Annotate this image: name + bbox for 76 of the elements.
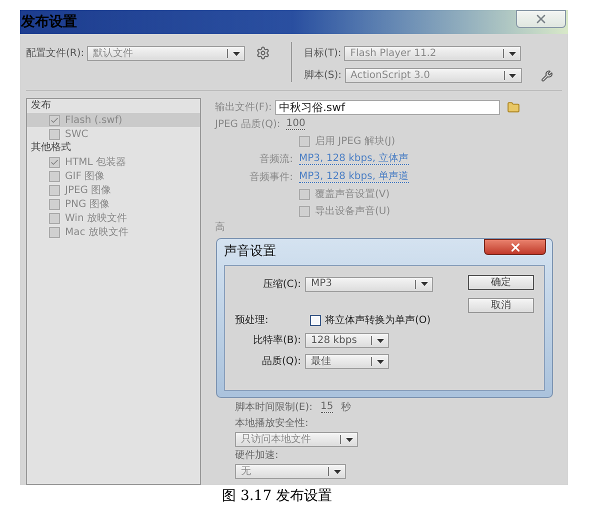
script-time-limit-label: 脚本时间限制(E): <box>235 400 312 415</box>
dropdown[interactable]: Flash Player 11.2 <box>344 46 522 61</box>
caret-icon <box>509 74 516 78</box>
wrench-icon[interactable] <box>540 70 553 82</box>
format-item[interactable]: HTML 包装器 <box>27 155 200 169</box>
compression-label: 压缩(C): <box>262 278 301 292</box>
hardware-acceleration-label: 硬件加速: <box>235 448 280 463</box>
dropdown[interactable]: 只访问本地文件 <box>235 432 358 447</box>
output-file-field[interactable]: 中秋习俗.swf <box>274 100 500 114</box>
format-item[interactable]: SWC <box>27 127 200 141</box>
check-icon <box>50 116 59 124</box>
dropdown[interactable]: 默认文件 <box>87 46 246 61</box>
dialog-button[interactable]: 取消 <box>468 298 534 313</box>
checkbox[interactable] <box>49 212 60 224</box>
format-item[interactable]: Flash (.swf) <box>27 113 200 127</box>
dropdown[interactable]: ActionScript 3.0 <box>344 68 522 83</box>
caret-icon <box>376 338 384 342</box>
folder-icon[interactable] <box>506 100 520 114</box>
close-button[interactable] <box>484 239 546 255</box>
caret-icon <box>376 360 384 364</box>
jpeg-quality-value[interactable]: 100 <box>286 119 306 130</box>
sound-option-label: 导出设备声音(U) <box>315 204 390 219</box>
format-group-heading: 发布 <box>30 99 52 113</box>
audio-label: 音频流: <box>258 152 293 166</box>
checkbox[interactable] <box>49 226 60 238</box>
format-item[interactable]: JPEG 图像 <box>27 183 200 197</box>
dropdown[interactable]: 128 kbps <box>305 333 389 348</box>
quality-label: 品质(Q): <box>260 354 301 369</box>
sound-option-label: 覆盖声音设置(V) <box>315 188 390 202</box>
jpeg-deblocking-label: 启用 JPEG 解块(J) <box>315 134 396 149</box>
audio-settings-link[interactable]: MP3, 128 kbps, 单声道 <box>299 172 409 182</box>
preprocess-label: 预处理: <box>234 314 270 328</box>
settings-icon[interactable] <box>256 46 270 60</box>
checkbox[interactable] <box>49 128 60 140</box>
jpeg-quality-label: JPEG 品质(Q): <box>215 118 280 132</box>
format-item[interactable]: Win 放映文件 <box>27 211 200 225</box>
window-title: 发布设置 <box>21 15 77 29</box>
seconds-unit: 秒 <box>341 400 352 415</box>
checkbox[interactable] <box>49 170 60 182</box>
caret-icon <box>334 470 340 474</box>
dropdown[interactable]: 最佳 <box>305 354 389 369</box>
output-file-label: 输出文件(F): <box>215 100 272 114</box>
checkbox[interactable] <box>49 184 60 196</box>
format-group-heading: 其他格式 <box>30 141 72 155</box>
target-label: 目标(T): <box>304 46 342 61</box>
script-time-limit-value[interactable]: 15 <box>320 402 334 413</box>
audio-label: 音频事件: <box>248 170 293 184</box>
dropdown[interactable]: 无 <box>235 464 346 479</box>
format-item[interactable]: Mac 放映文件 <box>27 225 200 239</box>
checkbox[interactable] <box>49 156 60 168</box>
bit-rate-label: 比特率(B): <box>252 334 301 348</box>
close-icon <box>508 240 522 254</box>
checkbox[interactable] <box>49 198 60 210</box>
checkbox[interactable] <box>299 189 310 200</box>
caret-icon <box>232 52 240 56</box>
advanced-heading: 高 <box>215 223 225 233</box>
caret-icon <box>508 52 516 56</box>
caret-icon <box>346 438 352 442</box>
figure-caption: 图 3.17 发布设置 <box>221 487 334 506</box>
audio-settings-link[interactable]: MP3, 128 kbps, 立体声 <box>299 154 409 164</box>
checkbox[interactable] <box>310 314 321 326</box>
checkbox[interactable] <box>299 136 310 147</box>
format-item[interactable]: PNG 图像 <box>27 197 200 211</box>
checkbox[interactable] <box>49 114 60 126</box>
dialog-button[interactable]: 确定 <box>468 275 534 290</box>
local-security-label: 本地播放安全性: <box>235 416 310 431</box>
close-icon <box>534 12 548 26</box>
checkbox[interactable] <box>299 206 310 217</box>
caret-icon <box>420 282 428 286</box>
dropdown[interactable]: MP3 <box>305 276 433 292</box>
check-icon <box>50 158 59 166</box>
script-label: 脚本(S): <box>304 68 342 83</box>
format-item[interactable]: GIF 图像 <box>27 169 200 183</box>
mono-option-label: 将立体声转换为单声(O) <box>325 314 431 328</box>
profile-label: 配置文件(R): <box>26 46 84 61</box>
dialog-title: 声音设置 <box>224 243 276 262</box>
